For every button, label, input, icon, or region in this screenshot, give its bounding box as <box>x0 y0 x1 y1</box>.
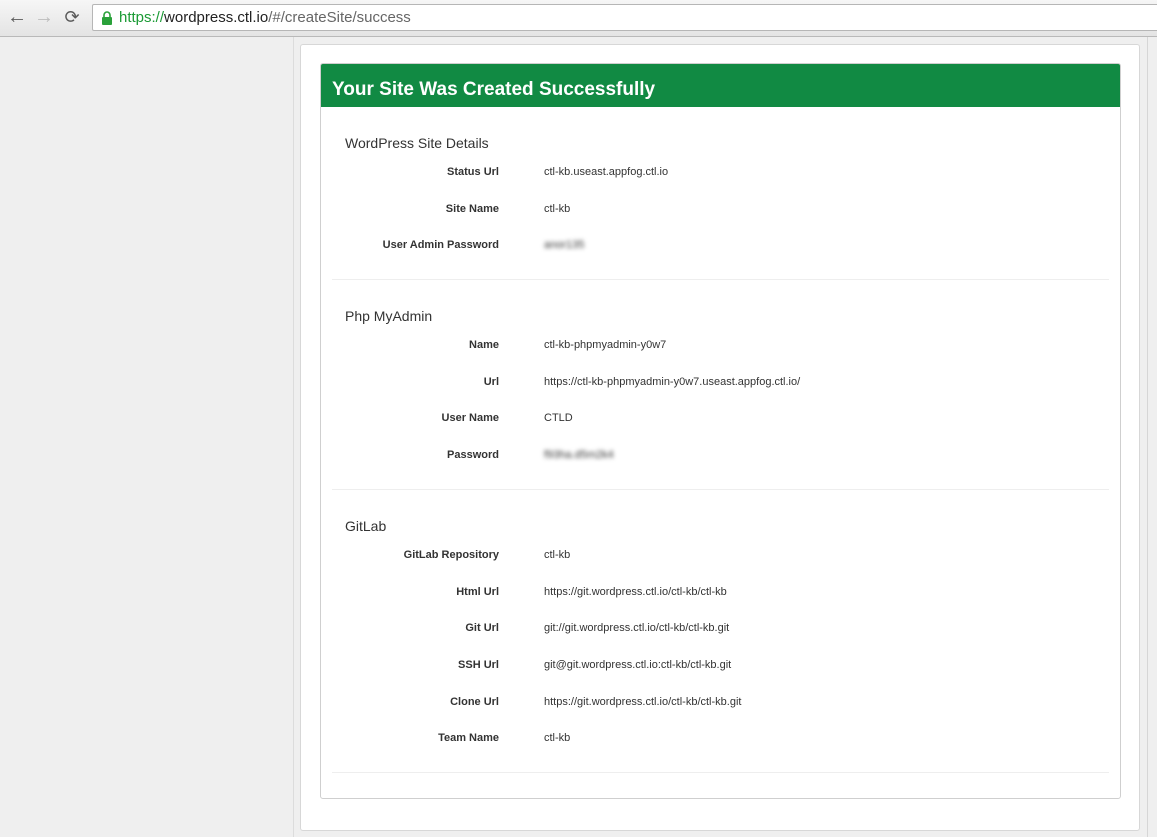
detail-label: GitLab Repository <box>403 548 499 561</box>
section-title: GitLab <box>345 517 387 534</box>
detail-value: ctl-kb <box>544 732 571 745</box>
url-host: wordpress.ctl.io <box>164 9 269 26</box>
detail-label: Site Name <box>445 202 499 215</box>
detail-label: Team Name <box>438 732 499 745</box>
detail-label: User Admin Password <box>382 239 499 252</box>
sidebar-divider <box>293 37 294 837</box>
lock-icon <box>102 11 112 25</box>
details-section: WordPress Site Details Status Url ctl-kb.u… <box>332 107 1109 281</box>
back-arrow-icon[interactable]: ← <box>6 6 28 28</box>
detail-value: anor135 <box>544 239 585 252</box>
url-scheme: https:// <box>119 9 165 26</box>
reload-icon[interactable]: ⟳ <box>61 6 83 28</box>
detail-row: Password f93ha.d5m2k4 <box>332 444 1109 481</box>
browser-toolbar: ← → ⟳ https://wordpress.ctl.io/#/createS… <box>0 0 1157 37</box>
detail-row: Html Url https://git.wordpress.ctl.io/ctl… <box>332 581 1109 618</box>
detail-row: User Name CTLD <box>332 407 1109 444</box>
success-panel: Your Site Was Created Successfully WordP… <box>320 63 1121 799</box>
detail-row: Team Name ctl-kb <box>332 727 1109 764</box>
detail-label: Password <box>447 449 499 462</box>
detail-label: Url <box>483 375 499 388</box>
panel-title: Your Site Was Created Successfully <box>321 64 1120 107</box>
detail-row: Url https://ctl-kb-phpmyadmin-y0w7.useast… <box>332 371 1109 408</box>
details-section: Php MyAdmin Name ctl-kb-phpmyadmin-y0w7 Url… <box>332 280 1109 490</box>
detail-row: Clone Url https://git.wordpress.ctl.io/ct… <box>332 691 1109 728</box>
detail-value: ctl-kb-phpmyadmin-y0w7 <box>544 339 667 352</box>
detail-label: Git Url <box>465 622 499 635</box>
scrollbar-track[interactable] <box>1147 37 1148 837</box>
detail-label: Clone Url <box>450 695 499 708</box>
section-title: Php MyAdmin <box>345 308 433 325</box>
detail-value: f93ha.d5m2k4 <box>544 449 614 462</box>
section-title: WordPress Site Details <box>345 135 489 151</box>
address-bar[interactable]: https://wordpress.ctl.io/#/createSite/su… <box>92 4 1157 31</box>
url-text: https://wordpress.ctl.io/#/createSite/su… <box>119 9 411 27</box>
detail-value: https://git.wordpress.ctl.io/ctl-kb/ctl-… <box>544 585 727 598</box>
detail-row: Site Name ctl-kb <box>332 198 1109 235</box>
detail-row: User Admin Password anor135 <box>332 234 1109 271</box>
detail-label: Status Url <box>447 166 499 178</box>
detail-row: Status Url ctl-kb.useast.appfog.ctl.io <box>332 161 1109 198</box>
detail-value: git://git.wordpress.ctl.io/ctl-kb/ctl-kb… <box>544 622 730 635</box>
detail-label: User Name <box>441 412 499 425</box>
detail-value: https://ctl-kb-phpmyadmin-y0w7.useast.ap… <box>544 375 801 388</box>
detail-value: ctl-kb.useast.appfog.ctl.io <box>544 166 669 178</box>
detail-value: CTLD <box>544 412 573 425</box>
detail-value: git@git.wordpress.ctl.io:ctl-kb/ctl-kb.g… <box>544 658 732 671</box>
detail-value: ctl-kb <box>544 548 571 561</box>
detail-label: SSH Url <box>458 658 499 671</box>
detail-row: Name ctl-kb-phpmyadmin-y0w7 <box>332 334 1109 371</box>
detail-value: https://git.wordpress.ctl.io/ctl-kb/ctl-… <box>544 695 742 708</box>
details-section: GitLab GitLab Repository ctl-kb Html Url htt… <box>332 490 1109 773</box>
detail-row: SSH Url git@git.wordpress.ctl.io:ctl-kb/c… <box>332 654 1109 691</box>
content-card: Your Site Was Created Successfully WordP… <box>300 44 1140 831</box>
details-sections: WordPress Site Details Status Url ctl-kb.u… <box>321 107 1120 773</box>
detail-row: GitLab Repository ctl-kb <box>332 544 1109 581</box>
url-path: /#/createSite/success <box>268 9 411 26</box>
detail-row: Git Url git://git.wordpress.ctl.io/ctl-kb… <box>332 617 1109 654</box>
detail-value: ctl-kb <box>544 202 571 215</box>
detail-label: Html Url <box>456 585 499 598</box>
detail-label: Name <box>469 339 499 352</box>
forward-arrow-icon[interactable]: → <box>33 6 55 28</box>
